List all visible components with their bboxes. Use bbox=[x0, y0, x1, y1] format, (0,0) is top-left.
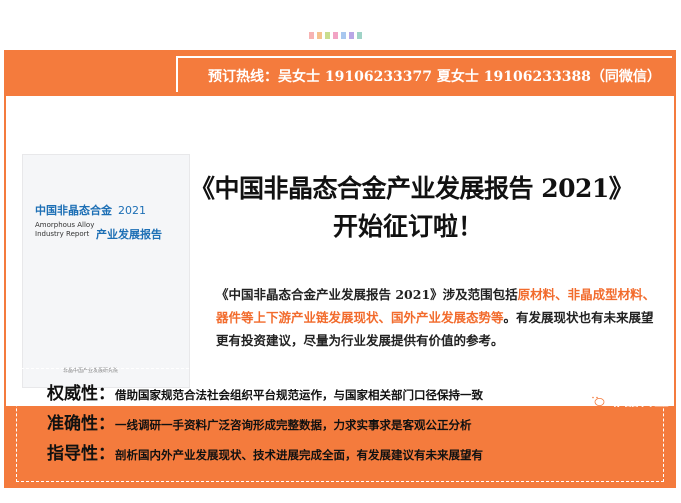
feature-authority: 权威性：借助国家规范合法社会组织平台规范运作，与国家相关部门口径保持一致 bbox=[47, 379, 483, 404]
hotline-text: 预订热线：吴女士 19106233377 夏女士 19106233388（同微信… bbox=[208, 69, 661, 85]
report-cover: 中国非晶态合金 2021 Amorphous Alloy Industry Rep… bbox=[22, 154, 190, 388]
feature-accuracy: 准确性：一线调研一手资料广泛咨询形成完整数据，力求实事求是客观公正分析 bbox=[47, 409, 472, 434]
feature-value: 借助国家规范合法社会组织平台规范运作，与国家相关部门口径保持一致 bbox=[115, 388, 483, 402]
cover-title-cn: 中国非晶态合金 bbox=[35, 204, 112, 217]
feature-key: 权威性： bbox=[47, 384, 115, 404]
wechat-icon bbox=[589, 394, 605, 406]
wechat-account-name: 非晶合金 bbox=[608, 391, 669, 409]
feature-guidance: 指导性：剖析国内外产业发展现状、技术进展完成全面，有发展建议有未来展望有 bbox=[47, 439, 483, 464]
feature-value: 一线调研一手资料广泛咨询形成完整数据，力求实事求是客观公正分析 bbox=[115, 418, 472, 432]
cover-en-line2: Industry Report bbox=[35, 230, 90, 238]
report-description: 《中国非晶态合金产业发展报告 2021》涉及范围包括原材料、非晶成型材料、器件等… bbox=[216, 283, 660, 352]
wechat-watermark: 非晶合金 bbox=[589, 389, 669, 410]
features-box: 权威性：借助国家规范合法社会组织平台规范运作，与国家相关部门口径保持一致 准确性… bbox=[16, 368, 664, 482]
content-panel: 中国非晶态合金 2021 Amorphous Alloy Industry Rep… bbox=[6, 96, 674, 406]
feature-key: 准确性： bbox=[47, 414, 115, 434]
hotline-bar: 预订热线：吴女士 19106233377 夏女士 19106233388（同微信… bbox=[176, 56, 672, 92]
cover-english-title: Amorphous Alloy Industry Report bbox=[35, 221, 94, 239]
orange-frame: 预订热线：吴女士 19106233377 夏女士 19106233388（同微信… bbox=[4, 50, 676, 488]
desc-part1: 《中国非晶态合金产业发展报告 2021》涉及范围包括 bbox=[216, 287, 518, 302]
decorative-dots bbox=[309, 32, 362, 39]
headline-subtitle: 开始征订啦！ bbox=[333, 212, 484, 241]
cover-en-line1: Amorphous Alloy bbox=[35, 221, 95, 229]
cover-title: 中国非晶态合金 2021 bbox=[35, 202, 146, 218]
cover-year: 2021 bbox=[118, 204, 146, 217]
feature-value: 剖析国内外产业发展现状、技术进展完成全面，有发展建议有未来展望有 bbox=[115, 448, 483, 462]
cover-subtitle: 产业发展报告 bbox=[96, 228, 162, 241]
feature-key: 指导性： bbox=[47, 444, 115, 464]
headline-title: 《中国非晶态合金产业发展报告 2021》 bbox=[190, 174, 634, 203]
